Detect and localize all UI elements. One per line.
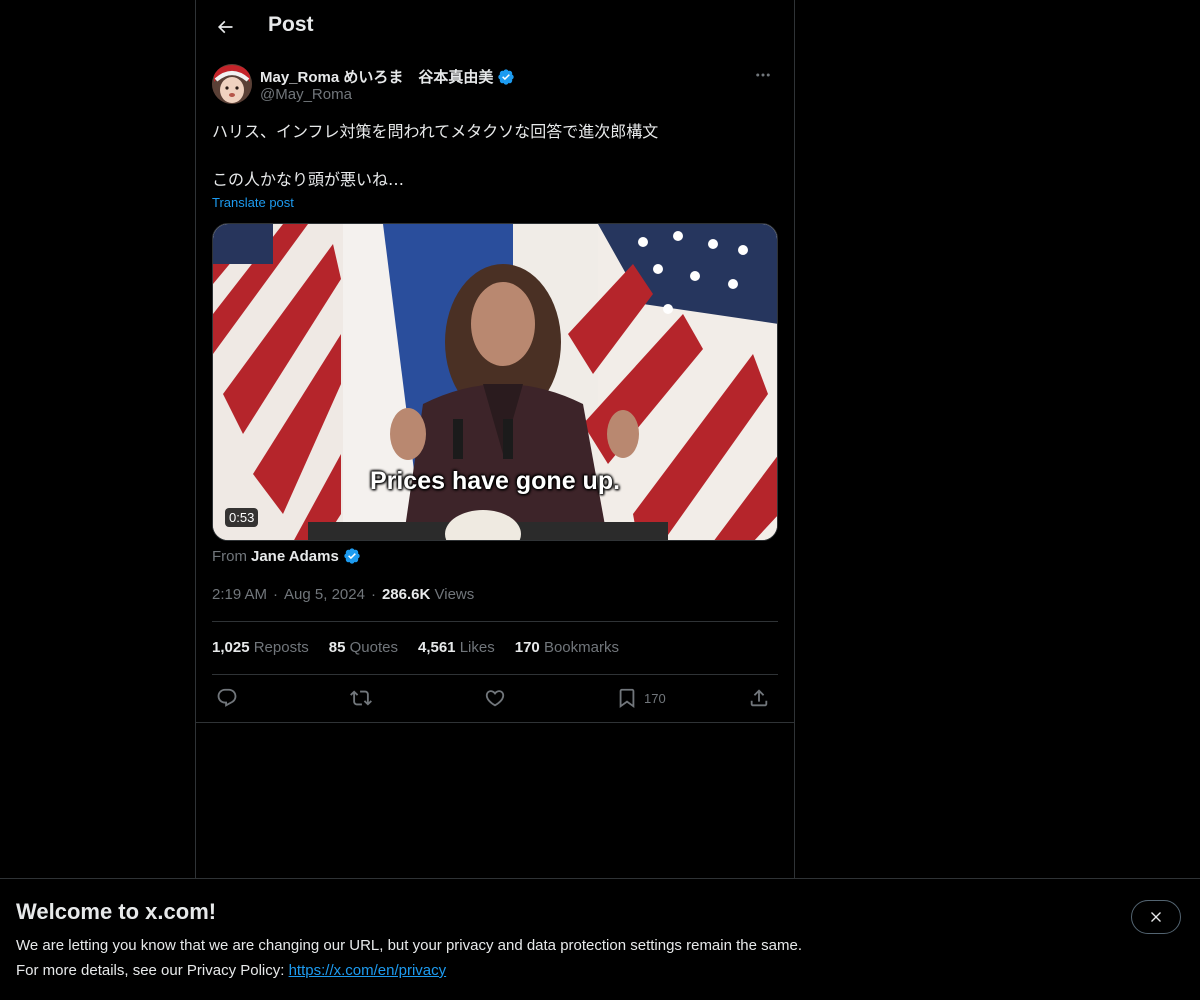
post-date[interactable]: Aug 5, 2024 bbox=[284, 586, 365, 603]
more-dots-icon bbox=[756, 73, 770, 77]
close-icon bbox=[1151, 912, 1161, 922]
privacy-policy-link[interactable]: https://x.com/en/privacy bbox=[289, 962, 447, 979]
post-author: May_Roma めいろま 谷本真由美 @May_Roma bbox=[212, 64, 778, 108]
bookmark-icon bbox=[619, 688, 635, 709]
repost-icon bbox=[350, 690, 372, 706]
like-button[interactable] bbox=[484, 686, 506, 710]
translate-post-link[interactable]: Translate post bbox=[212, 195, 294, 210]
reposts-stat[interactable]: 1,025 Reposts bbox=[212, 639, 309, 656]
verified-badge-icon bbox=[344, 548, 360, 564]
bookmarks-label: Bookmarks bbox=[543, 639, 619, 656]
bookmarks-count: 170 bbox=[514, 639, 540, 656]
close-banner-button[interactable] bbox=[1131, 900, 1181, 934]
views-count: 286.6K bbox=[381, 586, 431, 603]
quotes-stat[interactable]: 85 Quotes bbox=[329, 639, 398, 656]
quotes-count: 85 bbox=[328, 639, 346, 656]
banner-privacy-line: For more details, see our Privacy Policy… bbox=[16, 962, 446, 979]
meta-separator: · bbox=[273, 586, 279, 603]
share-button[interactable] bbox=[748, 686, 770, 710]
banner-message: We are letting you know that we are chan… bbox=[16, 937, 802, 954]
video-caption: Prices have gone up. bbox=[369, 467, 621, 495]
author-name[interactable]: May_Roma めいろま 谷本真由美 bbox=[260, 66, 515, 87]
page-title: Post bbox=[268, 13, 314, 36]
banner-title: Welcome to x.com! bbox=[16, 899, 217, 924]
meta-separator: · bbox=[370, 586, 376, 603]
author-handle[interactable]: @May_Roma bbox=[260, 86, 352, 103]
source-account-name[interactable]: Jane Adams bbox=[251, 548, 339, 565]
video-source: From Jane Adams bbox=[212, 547, 361, 565]
post-text-line: ハリス、インフレ対策を問われてメタクソな回答で進次郎構文 bbox=[212, 122, 659, 141]
url-change-banner: Welcome to x.com! We are letting you kno… bbox=[0, 878, 1200, 1000]
likes-stat[interactable]: 4,561 Likes bbox=[418, 639, 495, 656]
views-label: Views bbox=[434, 586, 475, 603]
divider bbox=[212, 674, 778, 675]
divider bbox=[196, 722, 794, 723]
post-text-line: この人かなり頭が悪いね… bbox=[212, 170, 405, 189]
more-options-button[interactable] bbox=[748, 64, 778, 86]
avatar[interactable] bbox=[212, 64, 252, 104]
video-duration: 0:53 bbox=[225, 508, 259, 527]
post-time[interactable]: 2:19 AM bbox=[212, 586, 267, 603]
from-label: From bbox=[212, 547, 247, 565]
divider bbox=[212, 621, 778, 622]
likes-count: 4,561 bbox=[417, 639, 456, 656]
video-player[interactable]: Prices have gone up. 0:53 bbox=[212, 223, 778, 541]
bookmarks-stat[interactable]: 170 Bookmarks bbox=[515, 639, 619, 656]
post-text: ハリス、インフレ対策を問われてメタクソな回答で進次郎構文 この人かなり頭が悪いね… bbox=[212, 120, 778, 192]
reply-button[interactable] bbox=[216, 686, 238, 710]
post-meta: 2:19 AM · Aug 5, 2024 · 286.6K Views bbox=[212, 586, 474, 603]
heart-icon bbox=[485, 690, 505, 707]
reposts-label: Reposts bbox=[253, 639, 309, 656]
top-bar: Post bbox=[196, 0, 794, 54]
primary-column: Post May_Roma めいろま 谷本真由美 @May_Roma ハリス、イ… bbox=[195, 0, 795, 878]
page: Post May_Roma めいろま 谷本真由美 @May_Roma ハリス、イ… bbox=[0, 0, 1200, 1000]
reply-icon bbox=[217, 688, 237, 707]
post-stats: 1,025 Reposts 85 Quotes 4,561 Likes 170 … bbox=[212, 639, 619, 656]
post-actions: 170 bbox=[212, 686, 778, 712]
likes-label: Likes bbox=[459, 639, 495, 656]
share-icon bbox=[750, 689, 768, 707]
bookmark-count: 170 bbox=[644, 690, 666, 706]
verified-badge-icon bbox=[498, 68, 515, 85]
back-arrow-icon bbox=[217, 20, 233, 34]
back-button[interactable] bbox=[208, 10, 242, 44]
quotes-label: Quotes bbox=[349, 639, 398, 656]
reposts-count: 1,025 bbox=[212, 639, 250, 656]
repost-button[interactable] bbox=[350, 686, 372, 710]
banner-privacy-prefix: For more details, see our Privacy Policy… bbox=[16, 962, 289, 979]
bookmark-button[interactable]: 170 bbox=[616, 686, 666, 710]
author-display-name[interactable]: May_Roma めいろま 谷本真由美 bbox=[260, 66, 493, 87]
